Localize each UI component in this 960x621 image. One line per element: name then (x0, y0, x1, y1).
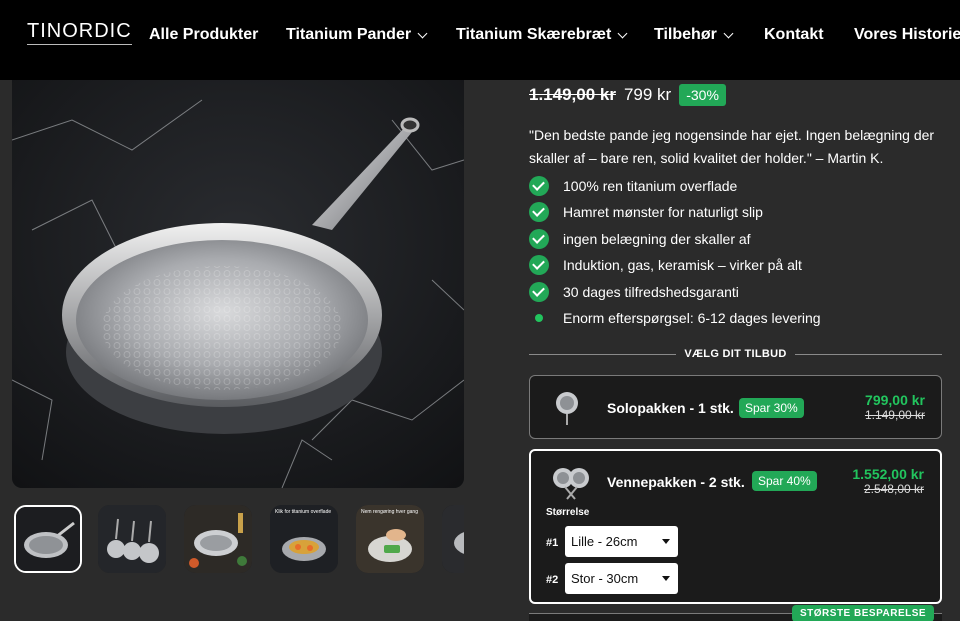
product-main-image[interactable] (12, 80, 464, 488)
size-select-1[interactable]: Lille - 26cm (565, 526, 678, 557)
feature-item: Hamret mønster for naturligt slip (529, 200, 929, 224)
offer-divider: VÆLG DIT TILBUD (529, 346, 942, 362)
feature-item: Induktion, gas, keramisk – virker på alt (529, 253, 929, 277)
savings-badge: Spar 40% (752, 471, 817, 491)
top-navigation-bar: TINORDIC Alle Produkter Titanium Pander … (0, 0, 960, 80)
price-row: 1.149,00 kr 799 kr -30% (529, 83, 726, 107)
feature-item: 30 dages tilfredshedsgaranti (529, 280, 929, 304)
offer-vennepakken[interactable]: Vennepakken - 2 stk. Spar 40% 1.552,00 k… (529, 449, 942, 604)
offer-old-price: 2.548,00 kr (863, 482, 924, 496)
customer-quote: "Den bedste pande jeg nogensinde har eje… (529, 127, 935, 166)
delivery-notice: Enorm efterspørgsel: 6-12 dages levering (529, 306, 929, 330)
thumbnail-caption: Klik for titanium overflade (275, 509, 332, 515)
frying-pan-image (12, 80, 464, 488)
thumbnail-strip: Klik for titanium overflade Nem rengørin… (12, 505, 464, 573)
original-price: 1.149,00 kr (529, 85, 616, 104)
check-circle-icon (529, 282, 549, 302)
check-circle-icon (529, 202, 549, 222)
thumbnail-caption: Nem rengøring hver gang (361, 509, 418, 515)
thumbnail-2[interactable] (98, 505, 166, 573)
check-circle-icon (529, 176, 549, 196)
single-pan-icon (556, 392, 578, 425)
offer-price: 799,00 kr (865, 392, 925, 408)
nav-alle-produkter[interactable]: Alle Produkter (149, 26, 258, 44)
select-number: #2 (546, 574, 559, 586)
pan-kitchen-thumbnail-icon (184, 505, 252, 573)
thumbnail-4[interactable]: Klik for titanium overflade (270, 505, 338, 573)
sale-price: 799 kr (623, 85, 672, 104)
status-dot-icon (535, 314, 543, 322)
nav-tilbehoer[interactable]: Tilbehør (654, 26, 734, 44)
nav-titanium-skaerebraet[interactable]: Titanium Skærebræt (456, 26, 628, 44)
chevron-down-icon (617, 28, 628, 38)
offer-heading: VÆLG DIT TILBUD (684, 348, 787, 360)
pan-cooking-thumbnail-icon (270, 505, 338, 573)
offer-price: 1.552,00 kr (852, 466, 924, 482)
feature-item: ingen belægning der skaller af (529, 227, 929, 251)
check-circle-icon (529, 229, 549, 249)
logo-underline (27, 44, 132, 45)
offer-name: Vennepakken - 2 stk. (607, 474, 745, 490)
discount-badge: -30% (679, 84, 726, 106)
dropdown-arrow-icon (662, 539, 670, 544)
size-select-2[interactable]: Stor - 30cm (565, 563, 678, 594)
thumbnail-6[interactable] (442, 505, 464, 573)
thumbnail-5[interactable]: Nem rengøring hver gang (356, 505, 424, 573)
nav-vores-historie[interactable]: Vores Historie (854, 26, 960, 44)
dropdown-arrow-icon (662, 576, 670, 581)
offer-old-price: 1.149,00 kr (864, 408, 925, 422)
pan-thumbnail-icon (442, 505, 464, 573)
select-number: #1 (546, 537, 559, 549)
check-circle-icon (529, 255, 549, 275)
pan-cleaning-thumbnail-icon (356, 505, 424, 573)
brand-logo[interactable]: TINORDIC (27, 20, 132, 45)
offer-solopakken[interactable]: Solopakken - 1 stk. Spar 30% 799,00 kr 1… (529, 375, 942, 439)
best-savings-badge: STØRSTE BESPARELSE (792, 605, 935, 621)
pan-set-thumbnail-icon (98, 505, 166, 573)
chevron-down-icon (723, 28, 734, 38)
nav-titanium-pander[interactable]: Titanium Pander (286, 26, 428, 44)
thumbnail-3[interactable] (184, 505, 252, 573)
pan-thumbnail-icon (16, 507, 80, 571)
chevron-down-icon (417, 28, 428, 38)
feature-item: 100% ren titanium overflade (529, 174, 929, 198)
two-pans-icon (553, 468, 589, 500)
offer-name: Solopakken - 1 stk. (607, 400, 734, 416)
size-label: Størrelse (546, 507, 590, 518)
nav-kontakt[interactable]: Kontakt (764, 26, 824, 44)
thumbnail-1[interactable] (14, 505, 82, 573)
savings-badge: Spar 30% (739, 398, 804, 418)
